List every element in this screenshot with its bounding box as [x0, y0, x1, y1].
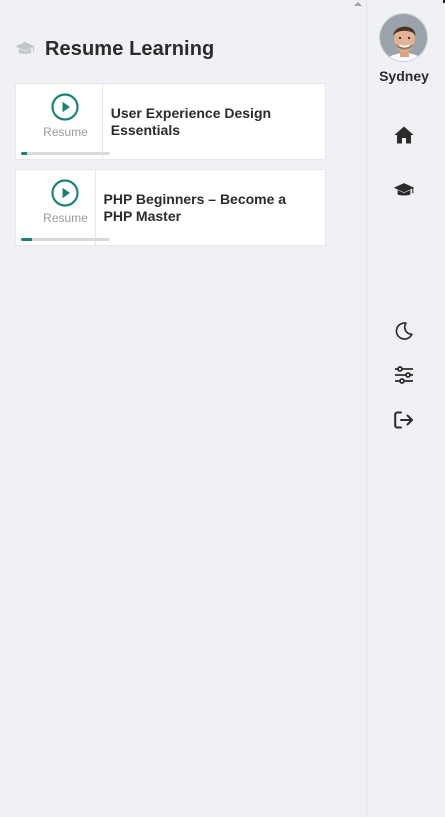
page-title: Resume Learning	[45, 37, 215, 60]
resume-label: Resume	[43, 211, 88, 225]
course-card[interactable]: Resume PHP Beginners – Become a PHP Mast…	[15, 169, 326, 246]
progress-bar	[21, 238, 110, 241]
main-panel: Resume Learning Resume User Experience D…	[0, 0, 350, 817]
avatar[interactable]	[379, 13, 428, 62]
username: Sydney	[379, 68, 429, 84]
avatar-image	[380, 14, 427, 61]
section-header: Resume Learning	[14, 36, 214, 62]
course-card[interactable]: Resume User Experience Design Essentials	[15, 83, 326, 160]
home-icon[interactable]	[392, 123, 416, 147]
play-icon[interactable]	[51, 179, 79, 207]
moon-icon[interactable]	[392, 319, 416, 343]
resume-label: Resume	[43, 125, 88, 139]
sliders-icon[interactable]	[392, 363, 416, 387]
progress-fill	[21, 152, 28, 155]
logout-icon[interactable]	[392, 408, 416, 432]
play-icon[interactable]	[51, 93, 79, 121]
course-title[interactable]: User Experience Design Essentials	[103, 84, 325, 159]
course-title[interactable]: PHP Beginners – Become a PHP Master	[96, 170, 326, 245]
sidebar: Sydney	[368, 0, 445, 817]
graduation-cap-icon	[15, 41, 35, 54]
progress-bar	[21, 152, 110, 155]
course-resume-area[interactable]: Resume	[16, 84, 110, 159]
course-resume-area[interactable]: Resume	[16, 170, 110, 245]
graduation-cap-icon[interactable]	[392, 178, 416, 202]
scroll-up-arrow-icon[interactable]	[354, 2, 362, 6]
progress-fill	[21, 238, 32, 241]
scrollbar[interactable]	[350, 0, 367, 817]
